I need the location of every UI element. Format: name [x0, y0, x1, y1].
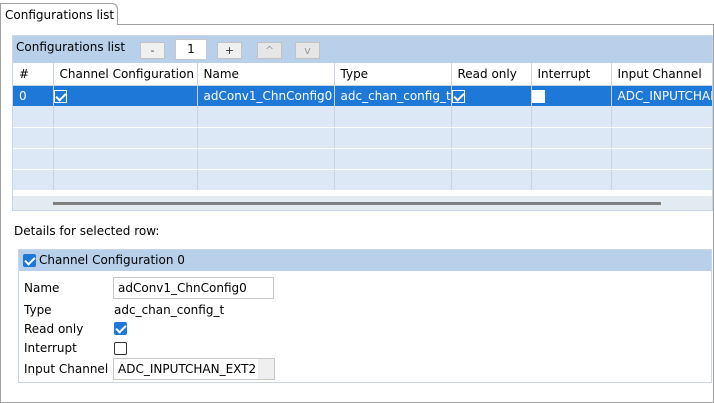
list-title: Configurations list — [16, 40, 126, 54]
row-name[interactable]: adConv1_ChnConfig0 — [197, 85, 335, 106]
group-header: Channel Configuration 0 — [19, 250, 711, 271]
configurations-list: Configurations list - 1 + ^ v # Channel … — [12, 35, 713, 211]
interrupt-checkbox[interactable] — [114, 342, 127, 355]
group-title: Channel Configuration 0 — [39, 253, 185, 267]
column-header-read-only[interactable]: Read only — [451, 63, 532, 86]
row-input-channel[interactable]: ADC_INPUTCHAN_EXT2 — [611, 85, 712, 106]
table-row-empty — [13, 169, 712, 191]
table-row-empty — [13, 106, 712, 128]
input-channel-label: Input Channel — [24, 362, 109, 376]
channel-configuration-group: Channel Configuration 0 Name adConv1_Chn… — [18, 249, 712, 383]
type-label: Type — [24, 303, 52, 317]
tab-label: Configurations list — [5, 8, 115, 22]
input-channel-select[interactable]: ADC_INPUTCHAN_EXT2 — [113, 358, 275, 380]
table-row[interactable]: 0 adConv1_ChnConfig0 adc_chan_config_t A… — [13, 85, 712, 106]
table-row-empty — [13, 127, 712, 149]
remove-row-button[interactable]: - — [140, 42, 165, 59]
add-row-button[interactable]: + — [217, 42, 242, 59]
type-value: adc_chan_config_t — [114, 303, 225, 317]
column-header-interrupt[interactable]: Interrupt — [531, 63, 612, 86]
column-header-type[interactable]: Type — [334, 63, 452, 86]
read-only-label: Read only — [24, 322, 84, 336]
configurations-table: # Channel Configuration Name Type Read o… — [13, 63, 712, 191]
checkbox-checked-icon[interactable] — [451, 89, 465, 103]
dropdown-arrow-icon[interactable] — [258, 359, 274, 379]
name-input[interactable]: adConv1_ChnConfig0 — [113, 277, 274, 299]
move-up-button[interactable]: ^ — [257, 42, 282, 59]
table-row-empty — [13, 148, 712, 170]
checkbox-unchecked-icon[interactable] — [531, 89, 545, 103]
row-channel-configuration-cell[interactable] — [53, 85, 198, 106]
scrollbar-thumb[interactable] — [53, 202, 661, 205]
row-read-only-cell[interactable] — [451, 85, 532, 106]
column-header-index[interactable]: # — [13, 63, 54, 86]
checkbox-checked-icon[interactable] — [53, 89, 67, 103]
interrupt-label: Interrupt — [24, 341, 77, 355]
tab-configurations-list[interactable]: Configurations list — [0, 3, 118, 25]
column-header-channel-configuration[interactable]: Channel Configuration — [53, 63, 198, 86]
tab-bar: Configurations list — [0, 0, 714, 25]
input-channel-value: ADC_INPUTCHAN_EXT2 — [118, 362, 257, 376]
column-header-input-channel[interactable]: Input Channel — [611, 63, 712, 86]
row-count-input[interactable]: 1 — [175, 39, 207, 60]
horizontal-scrollbar[interactable] — [13, 196, 712, 210]
row-type: adc_chan_config_t — [334, 85, 452, 106]
group-enable-checkbox[interactable] — [23, 254, 36, 267]
name-label: Name — [24, 281, 60, 295]
row-interrupt-cell[interactable] — [531, 85, 612, 106]
details-label: Details for selected row: — [14, 224, 160, 238]
move-down-button[interactable]: v — [295, 42, 320, 59]
read-only-checkbox[interactable] — [114, 322, 127, 335]
row-index: 0 — [13, 85, 54, 106]
list-toolbar: Configurations list - 1 + ^ v — [13, 36, 712, 63]
column-header-name[interactable]: Name — [197, 63, 335, 86]
table-header-row: # Channel Configuration Name Type Read o… — [13, 63, 712, 86]
